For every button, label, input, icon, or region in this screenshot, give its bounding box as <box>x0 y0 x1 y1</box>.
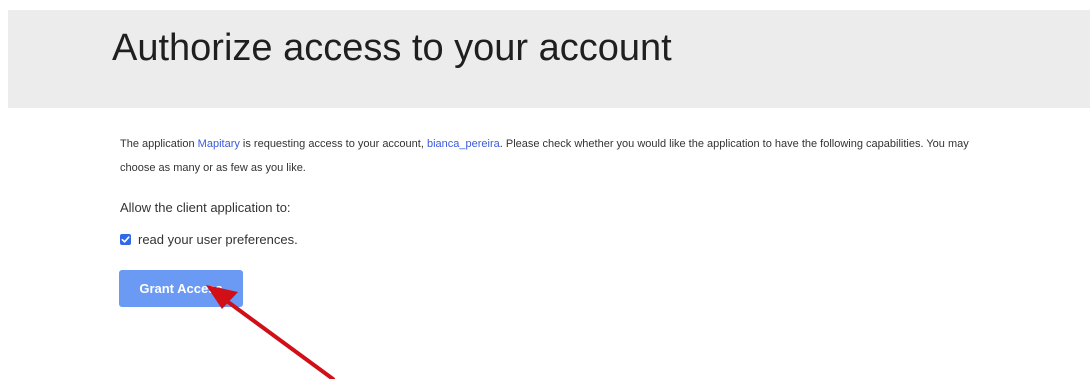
intro-text-1: The application <box>120 138 198 150</box>
permission-item[interactable]: read your user preferences. <box>120 230 298 248</box>
allow-label: Allow the client application to: <box>120 200 291 215</box>
username-link[interactable]: bianca_pereira <box>427 138 500 150</box>
permission-label: read your user preferences. <box>138 231 298 247</box>
page-title: Authorize access to your account <box>112 27 672 69</box>
app-name-link[interactable]: Mapitary <box>198 138 240 150</box>
authorize-page: Authorize access to your account The app… <box>0 0 1090 379</box>
checkbox-checked-icon[interactable] <box>120 233 131 245</box>
intro-paragraph: The application Mapitary is requesting a… <box>120 132 1000 180</box>
checkmark-icon <box>121 235 130 243</box>
intro-text-2: is requesting access to your account, <box>239 138 427 150</box>
grant-access-button[interactable]: Grant Access <box>119 270 243 307</box>
